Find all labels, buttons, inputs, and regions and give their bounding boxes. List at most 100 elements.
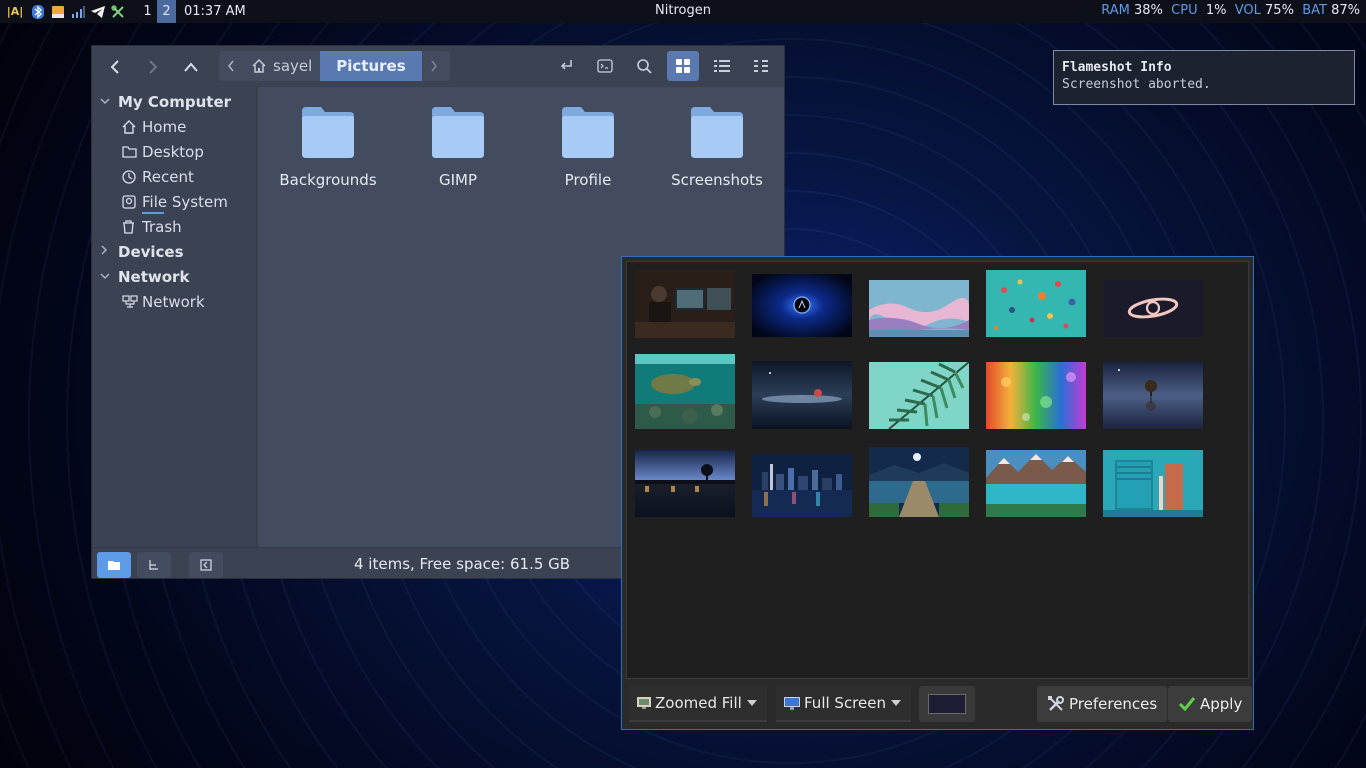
chevron-down-icon	[100, 95, 118, 108]
color-swatch	[928, 694, 966, 714]
sidebar-item-desktop[interactable]: Desktop	[92, 139, 256, 164]
wallpaper-thumbnail[interactable]	[986, 450, 1086, 517]
clock-icon	[122, 169, 142, 184]
chevron-right-icon	[149, 59, 158, 74]
folder-icon	[432, 107, 484, 158]
breadcrumb-right-button[interactable]	[422, 51, 446, 81]
sidebar-item-network[interactable]: Network	[92, 289, 256, 314]
list-view-button[interactable]	[706, 51, 738, 81]
cpu-label: CPU	[1171, 3, 1198, 18]
vol-value: 75%	[1265, 3, 1294, 18]
file-manager-toolbar: sayel Pictures	[92, 46, 784, 87]
wallpaper-thumbnail[interactable]	[986, 362, 1086, 429]
nitrogen-controls: Zoomed Fill Full Screen Preferences Appl…	[622, 683, 1253, 729]
workspace-2[interactable]: 2	[157, 0, 176, 23]
sidebar-item-trash[interactable]: Trash	[92, 214, 256, 239]
drive-icon	[122, 194, 142, 209]
monitor-image-icon	[637, 697, 651, 709]
sidebar-item-label: File System	[142, 193, 228, 214]
sidebar-item-file-system[interactable]: File System	[92, 189, 256, 214]
chevron-left-icon	[228, 60, 234, 72]
folder-item[interactable]: Backgrounds	[268, 105, 388, 189]
sidebar-item-home[interactable]: Home	[92, 114, 256, 139]
apply-button[interactable]: Apply	[1168, 686, 1253, 722]
forward-button[interactable]	[134, 52, 172, 82]
bluetooth-icon[interactable]	[30, 4, 46, 20]
back-button[interactable]	[96, 52, 134, 82]
background-color-button[interactable]	[919, 686, 975, 722]
ram-value: 38%	[1133, 3, 1163, 18]
search-button[interactable]	[628, 51, 660, 81]
wallpaper-thumbnail[interactable]	[635, 354, 735, 429]
drive-icon[interactable]	[50, 4, 66, 20]
breadcrumb-current[interactable]: Pictures	[320, 51, 422, 81]
breadcrumb-left-button[interactable]	[219, 51, 243, 81]
sidebar-item-label: Network	[142, 292, 205, 311]
icon-view-button[interactable]	[667, 51, 699, 81]
wallpaper-thumbnail[interactable]	[1103, 280, 1203, 337]
compact-view-icon	[754, 60, 768, 72]
sidebar: My Computer Home Desktop Recent File Sys…	[92, 87, 257, 547]
folder-item[interactable]: GIMP	[398, 105, 518, 189]
sidebar-section-network[interactable]: Network	[92, 264, 256, 289]
wallpaper-thumbnail[interactable]	[752, 361, 852, 429]
wallpaper-thumbnail[interactable]	[869, 362, 969, 429]
chevron-up-icon	[184, 61, 198, 72]
sidebar-collapse-icon	[200, 559, 212, 571]
wallpaper-thumbnail[interactable]	[1103, 362, 1203, 429]
home-icon	[252, 58, 266, 73]
wallpaper-thumbnail[interactable]	[635, 450, 735, 517]
keyboard-layout-indicator[interactable]: | A |	[4, 4, 26, 20]
folder-item[interactable]: Profile	[528, 105, 648, 189]
folder-name: Profile	[564, 171, 612, 189]
sidebar-section-my-computer[interactable]: My Computer	[92, 89, 256, 114]
signal-icon[interactable]	[70, 4, 86, 20]
nitrogen-window: Zoomed Fill Full Screen Preferences Appl…	[621, 256, 1254, 730]
tools-icon[interactable]	[110, 4, 126, 20]
wallpaper-thumbnail[interactable]	[1103, 450, 1203, 517]
terminal-button[interactable]	[589, 51, 621, 81]
hide-sidebar-button[interactable]	[189, 552, 223, 578]
chevron-right-icon	[100, 245, 118, 258]
folder-icon	[562, 107, 614, 158]
location-toggle-button[interactable]	[550, 51, 582, 81]
sidebar-item-label: Recent	[142, 167, 194, 186]
places-toggle-button[interactable]	[97, 552, 131, 578]
sidebar-section-label: My Computer	[118, 92, 232, 111]
sidebar-section-label: Devices	[118, 242, 184, 261]
folder-item[interactable]: Screenshots	[657, 105, 777, 189]
folder-icon	[108, 561, 120, 570]
screen-select[interactable]: Full Screen	[776, 686, 911, 722]
tree-toggle-button[interactable]	[137, 552, 171, 578]
sidebar-section-devices[interactable]: Devices	[92, 239, 256, 264]
tools-icon	[1048, 696, 1064, 711]
notification-body: Screenshot aborted.	[1062, 77, 1211, 92]
grid-icon	[676, 59, 690, 73]
sidebar-item-recent[interactable]: Recent	[92, 164, 256, 189]
wallpaper-thumbnail[interactable]	[752, 274, 852, 337]
vol-label: VOL	[1234, 3, 1261, 18]
notification[interactable]: Flameshot Info Screenshot aborted.	[1053, 50, 1355, 105]
breadcrumb-home[interactable]: sayel	[243, 51, 320, 81]
zoom-mode-select[interactable]: Zoomed Fill	[629, 686, 767, 722]
screen-value: Full Screen	[804, 694, 886, 712]
workspace-1[interactable]: 1	[138, 0, 157, 23]
wallpaper-thumbnail[interactable]	[635, 270, 735, 338]
usage-bar	[142, 211, 164, 214]
wallpaper-thumbnail[interactable]	[986, 270, 1086, 337]
wallpaper-thumbnail[interactable]	[869, 280, 969, 337]
telegram-icon[interactable]	[90, 4, 106, 20]
chevron-down-icon	[747, 700, 757, 706]
compact-view-button[interactable]	[745, 51, 777, 81]
preferences-button[interactable]: Preferences	[1037, 686, 1168, 722]
sidebar-item-label: Trash	[142, 217, 182, 236]
notification-title: Flameshot Info	[1062, 60, 1172, 75]
monitor-icon	[784, 696, 800, 710]
cpu-value: 1%	[1205, 3, 1227, 18]
wallpaper-thumbnail[interactable]	[869, 447, 969, 517]
sidebar-section-label: Network	[118, 267, 190, 286]
chevron-left-icon	[110, 59, 119, 74]
up-button[interactable]	[172, 52, 210, 82]
wallpaper-thumbnail[interactable]	[752, 454, 852, 517]
trash-icon	[122, 219, 142, 234]
